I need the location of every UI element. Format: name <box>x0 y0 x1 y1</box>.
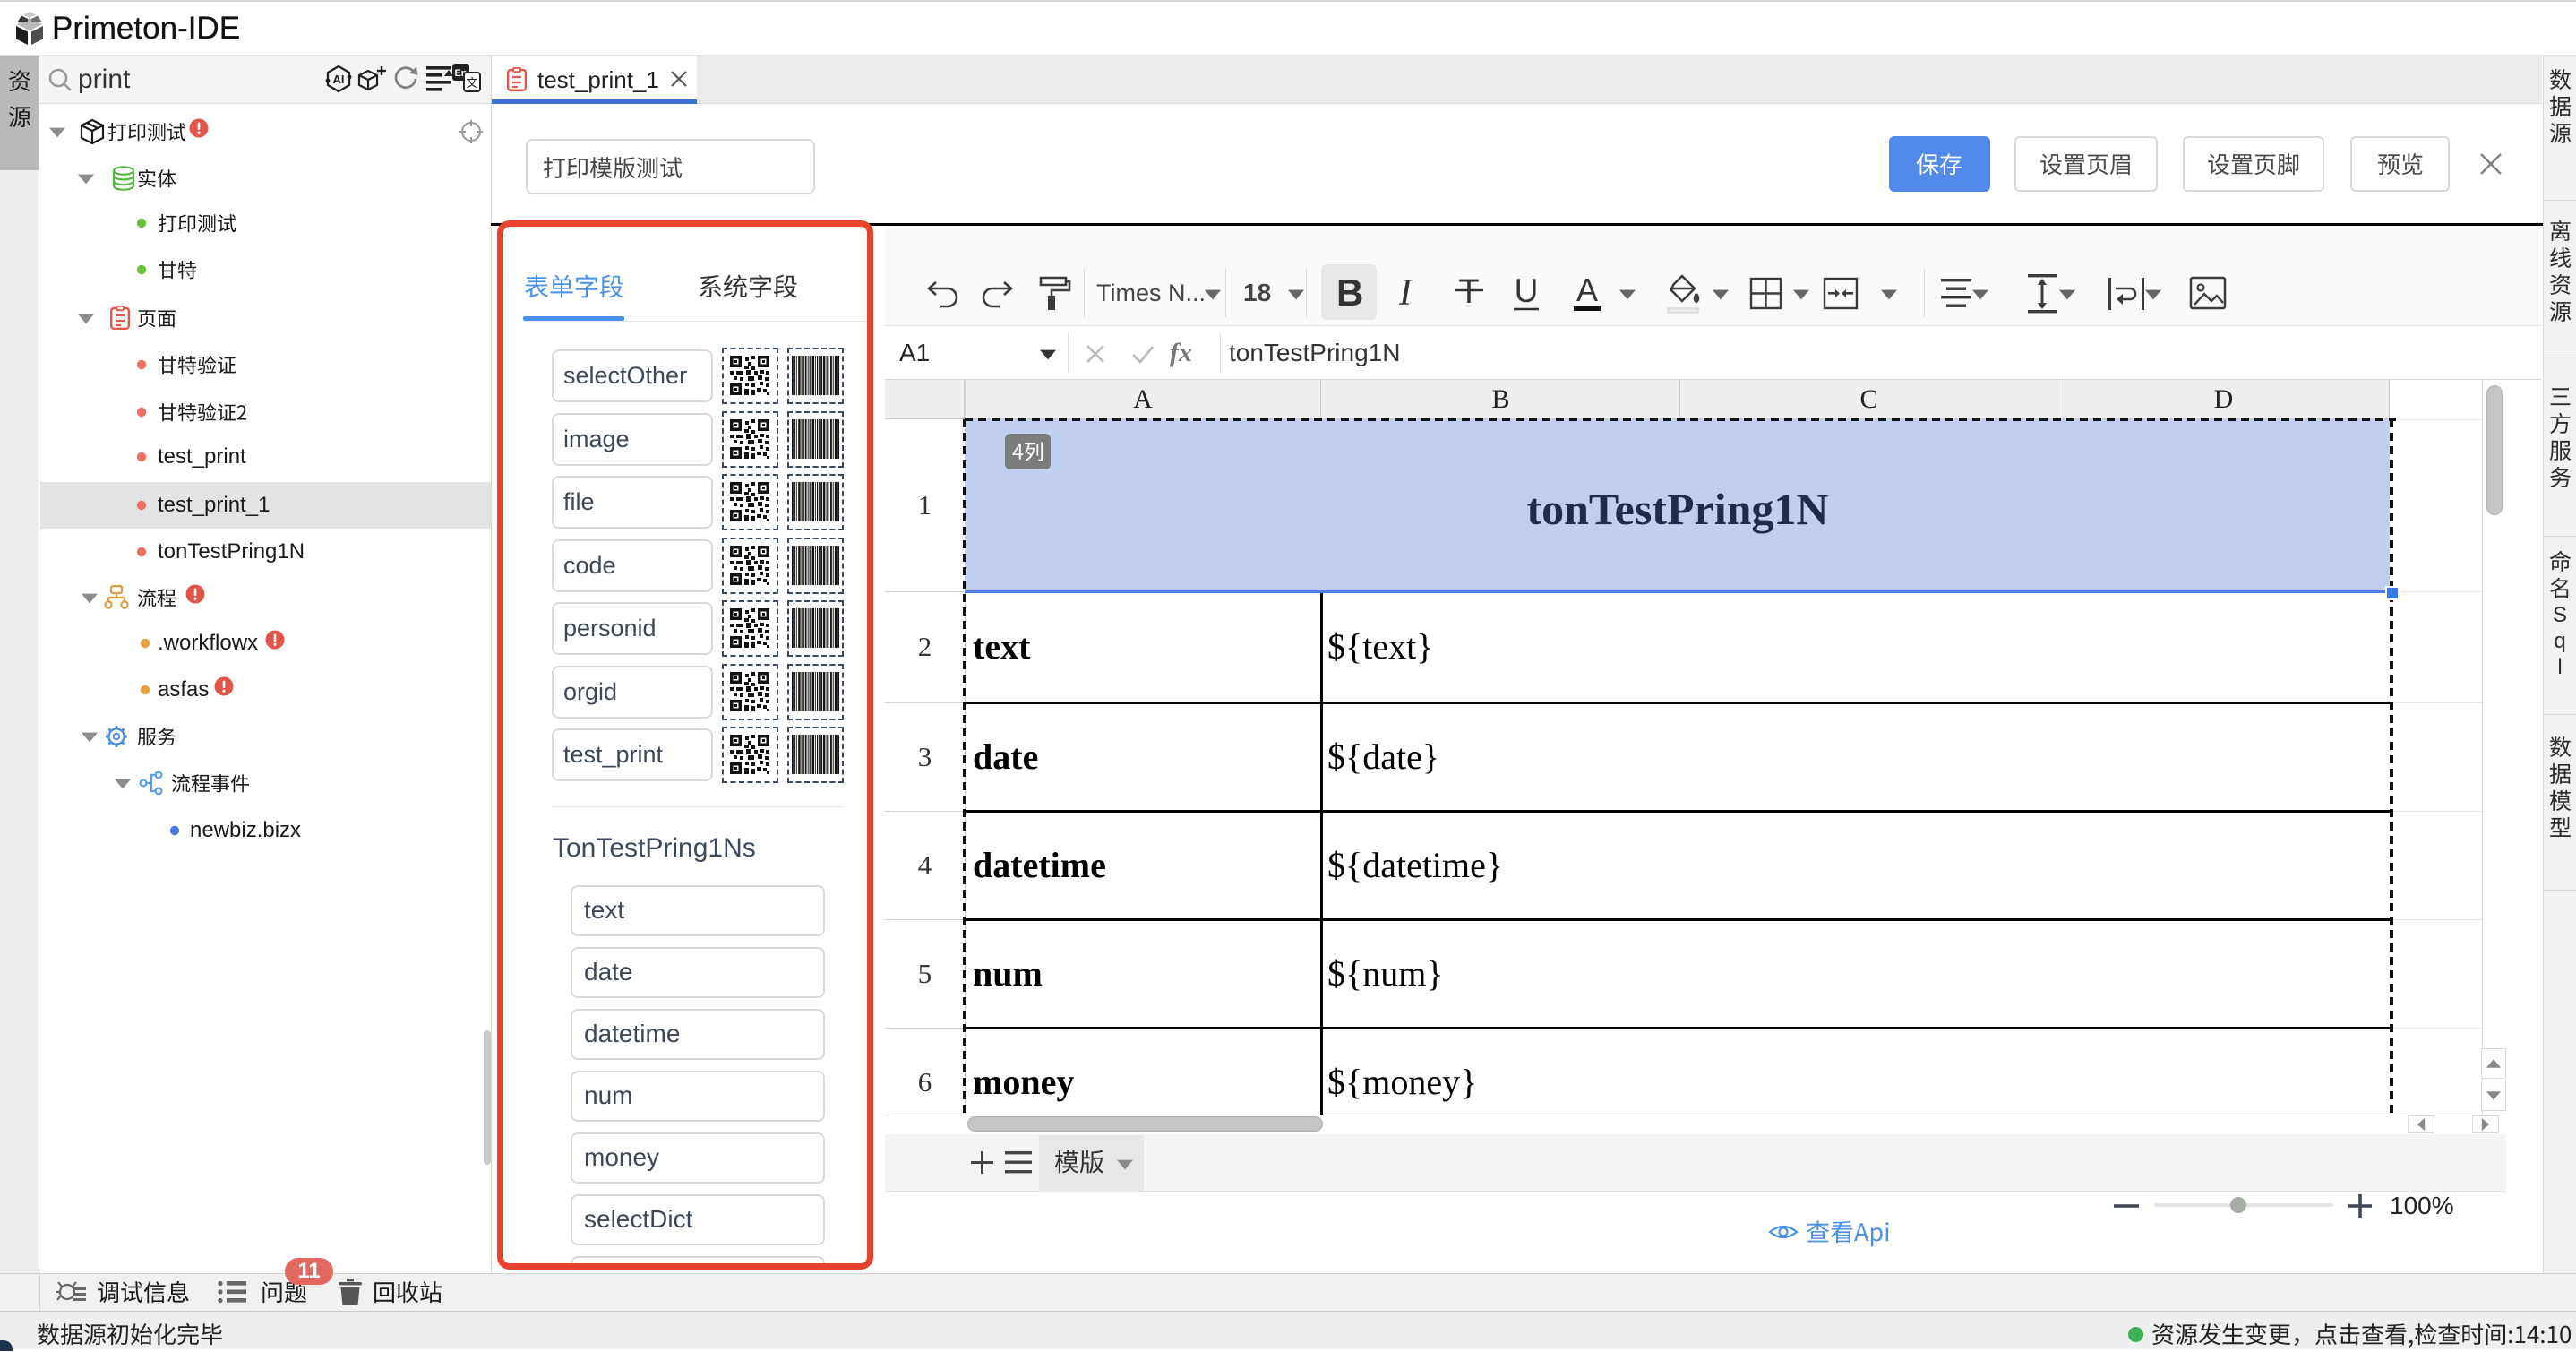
svg-text:AI: AI <box>333 73 345 86</box>
svg-text:U: U <box>1515 272 1539 309</box>
svg-text:文: 文 <box>466 76 477 90</box>
svg-text:A: A <box>1576 272 1598 308</box>
svg-text:T: T <box>1458 274 1479 311</box>
